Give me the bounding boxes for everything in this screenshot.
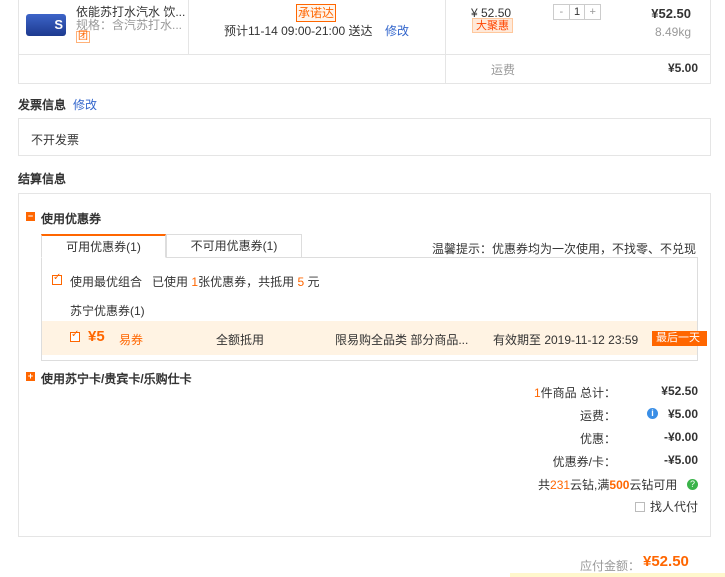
thumb-label: S <box>54 17 63 32</box>
promise-badge: 承诺达 <box>296 4 336 22</box>
cloud-suffix: 云钻可用 <box>629 478 678 492</box>
discount-label: 优惠： <box>579 432 616 446</box>
cloud-count: 231 <box>550 478 571 492</box>
best-combo-prefix: 已使用 <box>152 275 189 289</box>
freight-value: ¥5.00 <box>667 407 698 421</box>
coupon-card-value: -¥5.00 <box>663 453 698 467</box>
last-day-badge: 最后一天 <box>652 331 707 346</box>
cloud-mid: 云钻,满 <box>570 478 610 492</box>
items-count: 1 <box>533 386 541 400</box>
qty-value[interactable]: 1 <box>568 5 586 19</box>
delivery-edit-link[interactable]: 修改 <box>385 22 409 39</box>
invoice-title: 发票信息 <box>18 98 67 112</box>
coupon-kind: 易券 <box>119 333 144 347</box>
tab-unavailable-coupons[interactable]: 不可用优惠券(1) <box>166 234 302 258</box>
invoice-value: 不开发票 <box>31 133 80 147</box>
shipping-label: 运费 <box>491 63 516 77</box>
coupon-scope: 全额抵用 <box>216 333 265 347</box>
cloud-threshold: 500 <box>609 478 630 492</box>
quantity-stepper[interactable]: - 1 + <box>553 4 601 20</box>
best-combo-text: 使用最优组合 已使用 1张优惠券，共抵用 5 元 <box>70 273 319 290</box>
best-combo-amount: 5 <box>297 275 305 289</box>
freight-label: 运费： <box>579 409 616 423</box>
items-label: 件商品 总计： <box>540 386 616 400</box>
items-total-value: ¥52.50 <box>661 384 698 398</box>
best-combo-suffix: 元 <box>307 275 320 289</box>
payable-value: ¥52.50 <box>643 553 689 570</box>
payable-label: 应付金额： <box>580 559 641 573</box>
qty-minus-button[interactable]: - <box>554 5 569 19</box>
proxy-pay-label[interactable]: 找人代付 <box>650 498 698 515</box>
divider <box>188 0 189 55</box>
coupon-tip: 温馨提示：优惠券均为一次使用，不找零、不兑现 <box>432 242 697 256</box>
cloud-prefix: 共 <box>538 478 551 492</box>
coupon-card-label: 优惠券/卡： <box>552 455 616 469</box>
help-icon[interactable]: ? <box>687 479 698 490</box>
promo-badge: 大聚惠 <box>472 18 513 33</box>
coupon-limit: 限易购全品类 部分商品... <box>335 333 469 347</box>
product-spec: 规格：含汽苏打水... <box>76 18 183 32</box>
shipping-row <box>18 55 711 84</box>
divider <box>445 0 446 55</box>
bottom-strip <box>510 573 725 577</box>
shipping-value: ¥5.00 <box>667 61 698 75</box>
best-combo-mid: 张优惠券，共抵用 <box>198 275 295 289</box>
tab-available-coupons[interactable]: 可用优惠券(1) <box>41 234 166 258</box>
product-weight: 8.49kg <box>654 25 691 39</box>
qty-plus-button[interactable]: + <box>585 5 600 19</box>
product-thumbnail[interactable]: S <box>24 4 68 42</box>
product-image: S <box>26 14 66 36</box>
delivery-time: 预计11-14 09:00-21:00 送达 <box>224 24 373 38</box>
best-combo-checkbox[interactable] <box>52 272 62 285</box>
card-expand-icon[interactable]: + <box>26 372 35 381</box>
coupon-group-title: 苏宁优惠券(1) <box>70 304 145 318</box>
cloud-diamond-text: 共231云钻,满500云钻可用 <box>538 476 677 493</box>
invoice-box <box>18 118 711 156</box>
coupon-section-title[interactable]: 使用优惠券 <box>41 210 101 227</box>
items-total-label: 1件商品 总计： <box>500 384 616 401</box>
divider <box>445 55 446 84</box>
coupon-checkbox[interactable] <box>70 329 80 342</box>
proxy-pay-checkbox[interactable] <box>635 502 645 512</box>
tuan-badge: 团 <box>76 31 90 43</box>
settlement-title: 结算信息 <box>18 172 67 186</box>
coupon-expire: 有效期至 2019-11-12 23:59 <box>493 333 639 347</box>
best-combo-label[interactable]: 使用最优组合 <box>70 275 142 289</box>
coupon-collapse-icon[interactable]: − <box>26 212 35 221</box>
product-subtotal: ¥52.50 <box>651 6 691 21</box>
card-section-title[interactable]: 使用苏宁卡/贵宾卡/乐购仕卡 <box>41 370 192 387</box>
coupon-amount: ¥5 <box>88 328 105 345</box>
invoice-edit-link[interactable]: 修改 <box>73 96 97 113</box>
discount-value: -¥0.00 <box>663 430 698 444</box>
